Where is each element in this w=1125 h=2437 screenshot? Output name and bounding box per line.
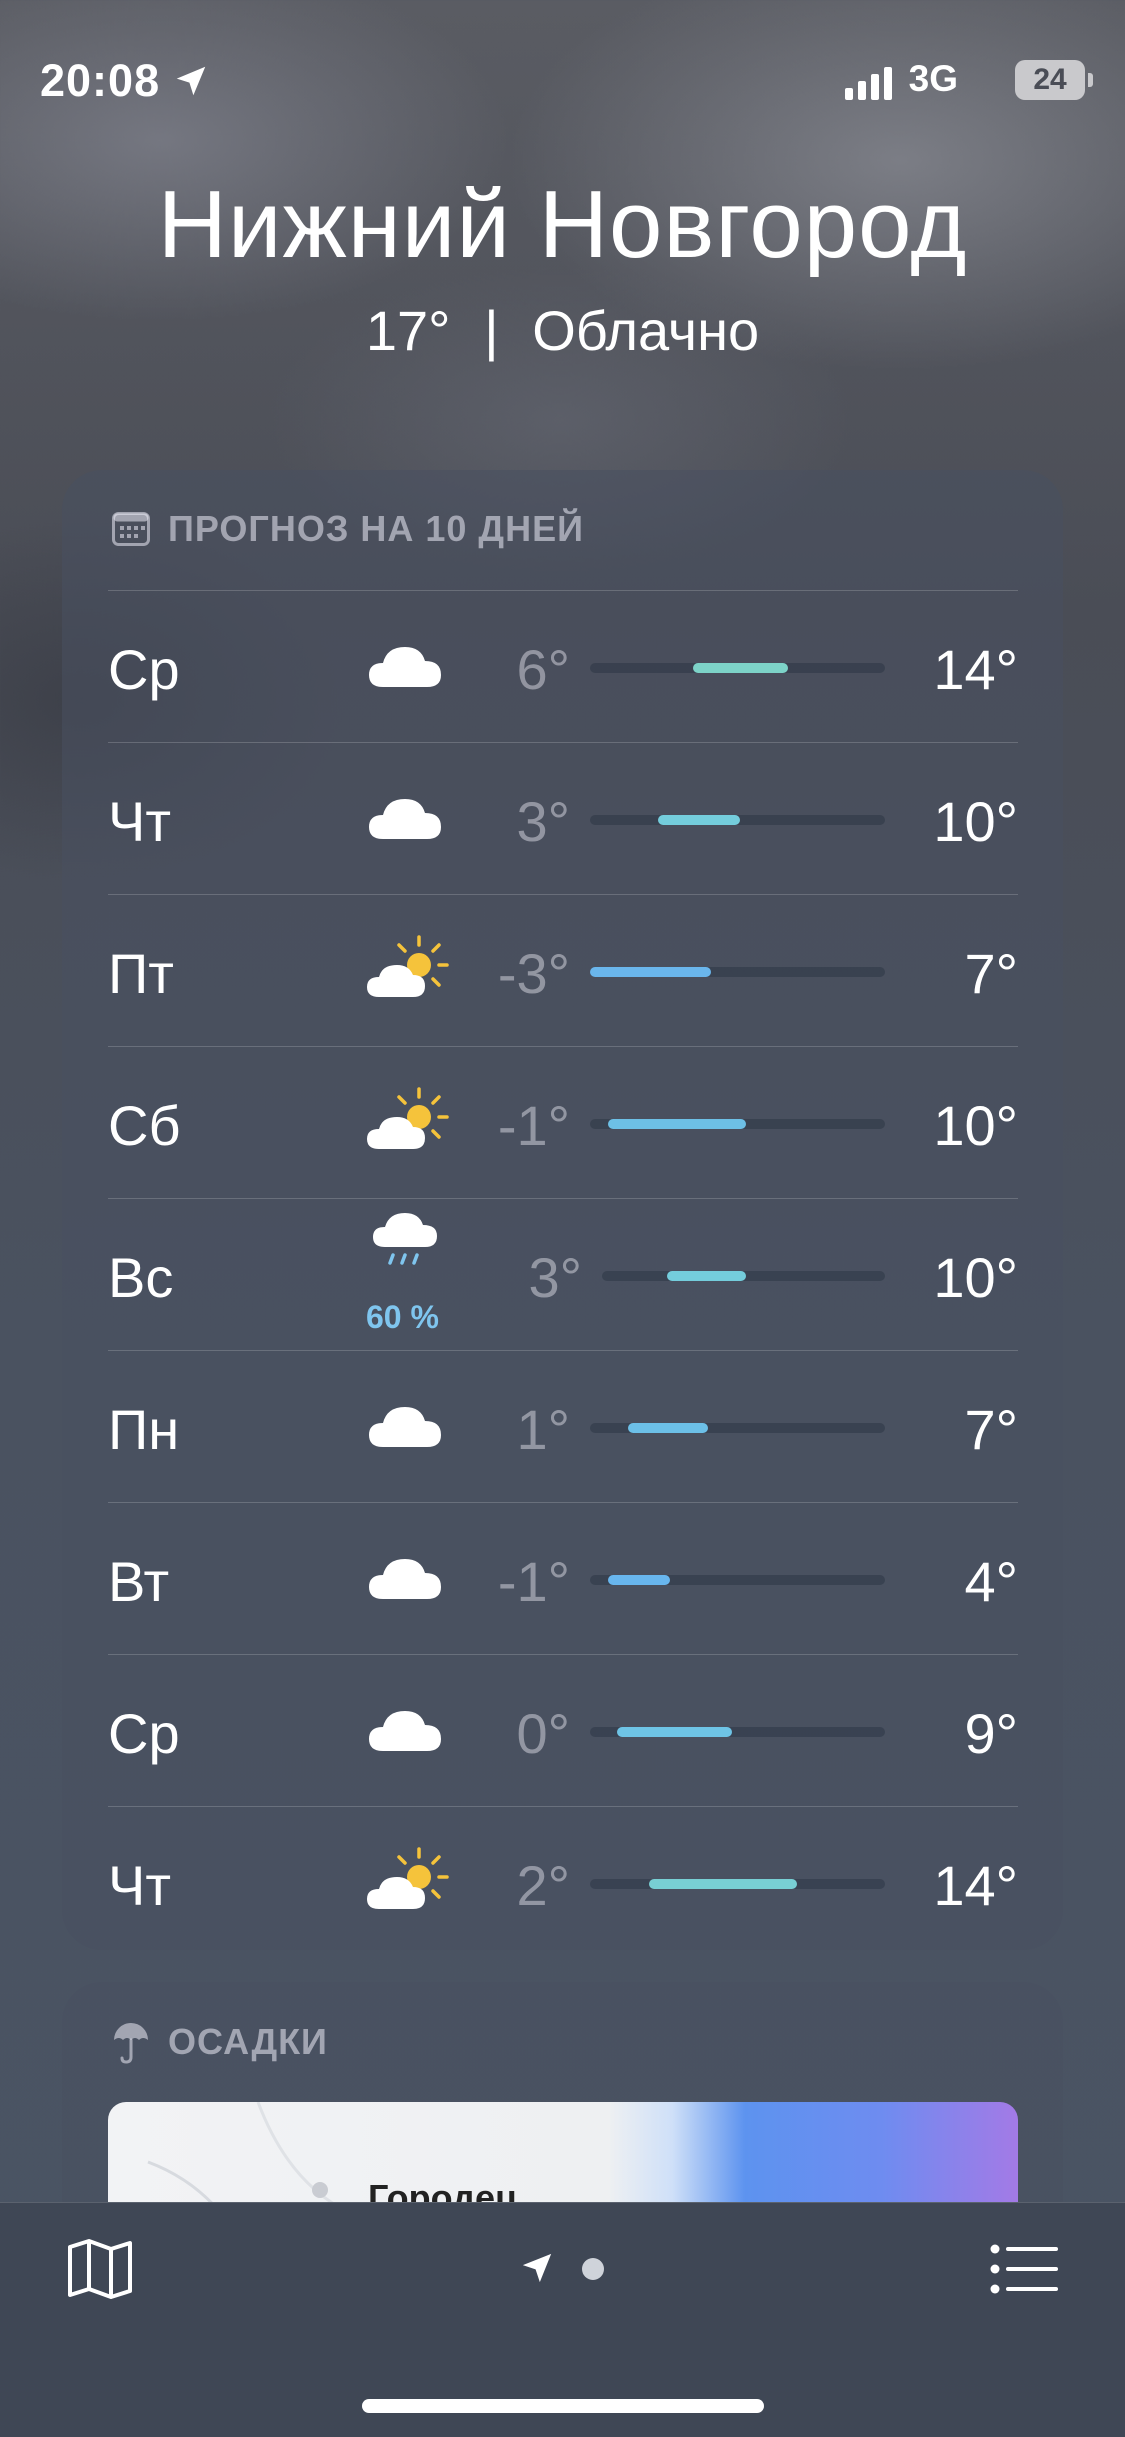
- temperature-range-fill: [607, 1119, 747, 1129]
- forecast-row[interactable]: Чт 3° 10°: [108, 742, 1018, 894]
- cloud-icon: [363, 783, 449, 853]
- precipitation-title: ОСАДКИ: [168, 2021, 328, 2062]
- forecast-row[interactable]: Ср 6° 14°: [108, 590, 1018, 742]
- low-temperature: 2°: [516, 1854, 570, 1917]
- rain-icon: [363, 1205, 449, 1275]
- cloud-icon: [363, 631, 449, 701]
- temperature-range-fill: [693, 663, 788, 673]
- forecast-row[interactable]: Сб -1° 10°: [108, 1046, 1018, 1198]
- temperature-range-bar: [590, 1879, 885, 1889]
- high-temperature: 14°: [933, 1854, 1018, 1917]
- forecast-day: Пн: [108, 1398, 180, 1461]
- cellular-signal-icon: [845, 60, 892, 100]
- forecast-row[interactable]: Пт -3° 7°: [108, 894, 1018, 1046]
- temperature-range-fill: [616, 1727, 732, 1737]
- summary-separator: |: [484, 299, 499, 362]
- partly-sunny-icon: [363, 1087, 449, 1157]
- temperature-range-fill: [657, 815, 741, 825]
- precipitation-header: ОСАДКИ: [112, 2020, 328, 2064]
- low-temperature: 3°: [528, 1246, 582, 1309]
- low-temperature: 0°: [516, 1702, 570, 1765]
- battery-level: 24: [1033, 63, 1067, 96]
- current-temperature: 17°: [365, 299, 451, 362]
- low-temperature: -3°: [497, 942, 570, 1005]
- cloud-icon: [363, 1695, 449, 1765]
- temperature-range-bar: [590, 1575, 885, 1585]
- current-condition: Облачно: [532, 299, 760, 362]
- forecast-title: ПРОГНОЗ НА 10 ДНЕЙ: [168, 508, 584, 549]
- high-temperature: 7°: [964, 1398, 1018, 1461]
- forecast-day: Пт: [108, 942, 174, 1005]
- forecast-day: Вт: [108, 1550, 170, 1613]
- low-temperature: -1°: [497, 1550, 570, 1613]
- high-temperature: 10°: [933, 1246, 1018, 1309]
- network-type: 3G: [908, 58, 958, 99]
- forecast-day: Чт: [108, 790, 171, 853]
- forecast-header: ПРОГНОЗ НА 10 ДНЕЙ: [112, 508, 584, 550]
- high-temperature: 7°: [964, 942, 1018, 1005]
- temperature-range-bar: [590, 1727, 885, 1737]
- forecast-day: Вс: [108, 1246, 174, 1309]
- map-icon[interactable]: [66, 2237, 134, 2301]
- forecast-row[interactable]: Ср 0° 9°: [108, 1654, 1018, 1806]
- temperature-range-bar: [590, 815, 885, 825]
- forecast-rows: Ср 6° 14° Чт 3° 10° Пт -3° 7° Сб -1° 10° Вс 60 % 3° 10°…: [108, 590, 1018, 1958]
- low-temperature: 3°: [516, 790, 570, 853]
- temperature-range-bar: [590, 1119, 885, 1129]
- location-services-icon: [176, 66, 206, 96]
- status-time: 20:08: [40, 55, 161, 106]
- temperature-range-bar: [602, 1271, 885, 1281]
- high-temperature: 9°: [964, 1702, 1018, 1765]
- temperature-range-bar: [590, 967, 885, 977]
- temperature-range-fill: [607, 1575, 670, 1585]
- page-dot[interactable]: [582, 2258, 604, 2280]
- status-bar: 20:08 3G 24: [0, 0, 1125, 150]
- list-icon[interactable]: [990, 2243, 1058, 2295]
- temperature-range-fill: [590, 967, 711, 977]
- precipitation-chance: 60 %: [366, 1299, 439, 1335]
- current-summary: 17° | Облачно: [0, 298, 1125, 363]
- cloud-icon: [363, 1391, 449, 1461]
- high-temperature: 4°: [964, 1550, 1018, 1613]
- forecast-day: Ср: [108, 638, 180, 701]
- forecast-row[interactable]: Пн 1° 7°: [108, 1350, 1018, 1502]
- forecast-row[interactable]: Чт 2° 14°: [108, 1806, 1018, 1958]
- temperature-range-fill: [667, 1271, 747, 1281]
- temperature-range-bar: [590, 663, 885, 673]
- temperature-range-bar: [590, 1423, 885, 1433]
- bottom-toolbar: [0, 2202, 1125, 2437]
- forecast-day: Ср: [108, 1702, 180, 1765]
- high-temperature: 10°: [933, 790, 1018, 853]
- high-temperature: 10°: [933, 1094, 1018, 1157]
- low-temperature: -1°: [497, 1094, 570, 1157]
- status-time-group: 20:08: [40, 55, 210, 107]
- high-temperature: 14°: [933, 638, 1018, 701]
- calendar-icon: [112, 512, 150, 546]
- battery-icon: 24: [1015, 60, 1093, 100]
- partly-sunny-icon: [363, 1847, 449, 1917]
- cloud-icon: [363, 1543, 449, 1613]
- low-temperature: 1°: [516, 1398, 570, 1461]
- city-name: Нижний Новгород: [157, 171, 968, 278]
- temperature-range-fill: [649, 1879, 797, 1889]
- location-arrow-icon[interactable]: [520, 2251, 554, 2285]
- forecast-row[interactable]: Вт -1° 4°: [108, 1502, 1018, 1654]
- ten-day-forecast-card[interactable]: ПРОГНОЗ НА 10 ДНЕЙ Ср 6° 14° Чт 3° 10° Пт -3° 7°…: [62, 470, 1063, 1950]
- temperature-range-fill: [628, 1423, 708, 1433]
- partly-sunny-icon: [363, 935, 449, 1005]
- forecast-day: Сб: [108, 1094, 181, 1157]
- forecast-day: Чт: [108, 1854, 171, 1917]
- umbrella-icon: [114, 2023, 148, 2064]
- home-indicator[interactable]: [362, 2399, 764, 2413]
- forecast-row[interactable]: Вс 60 % 3° 10°: [108, 1198, 1018, 1350]
- low-temperature: 6°: [516, 638, 570, 701]
